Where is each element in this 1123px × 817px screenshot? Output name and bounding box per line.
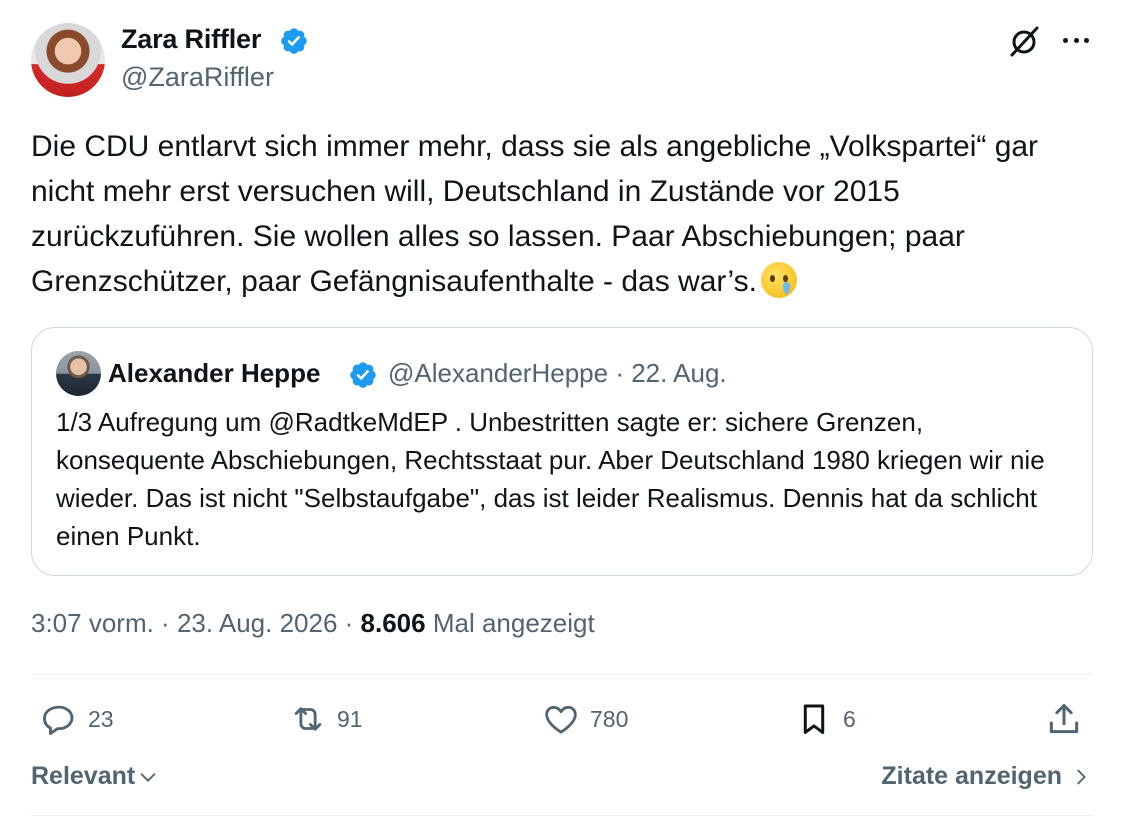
view-count-label: Mal angezeigt — [432, 608, 595, 638]
quoted-tweet-card[interactable]: Alexander Heppe @AlexanderHeppe · 22. Au… — [31, 327, 1093, 576]
tweet-text: Die CDU entlarvt sich immer mehr, dass s… — [31, 124, 1081, 304]
quoted-meta: @AlexanderHeppe · 22. Aug. — [388, 358, 727, 388]
chevron-right-icon — [1077, 769, 1086, 784]
author-name[interactable]: Zara Riffler — [121, 24, 261, 55]
reply-icon — [43, 705, 74, 735]
share-icon — [1049, 704, 1079, 734]
quoted-author-handle: @AlexanderHeppe — [388, 358, 609, 388]
reply-button[interactable]: 23 — [40, 700, 114, 738]
bookmark-icon — [803, 704, 825, 734]
verified-badge-icon — [350, 362, 376, 388]
bookmark-count: 6 — [843, 705, 856, 732]
chevron-down-icon — [140, 772, 156, 782]
author-avatar[interactable] — [31, 23, 105, 97]
sort-replies-dropdown[interactable]: Relevant — [31, 762, 159, 791]
heart-icon — [545, 705, 577, 734]
quoted-author-name: Alexander Heppe — [108, 358, 321, 388]
grok-icon[interactable] — [1006, 24, 1042, 60]
repost-icon — [294, 707, 322, 731]
bookmark-button[interactable]: 6 — [795, 700, 856, 738]
quoted-date[interactable]: 22. Aug. — [631, 358, 726, 388]
repost-button[interactable]: 91 — [289, 700, 363, 738]
verified-badge-icon[interactable] — [279, 26, 309, 56]
tweet-body: Die CDU entlarvt sich immer mehr, dass s… — [31, 130, 1039, 298]
like-count: 780 — [590, 705, 629, 732]
view-quotes-link[interactable]: Zitate anzeigen — [881, 762, 1092, 791]
quoted-tweet-text: 1/3 Aufregung um @RadtkeMdEP . Unbestrit… — [56, 407, 1045, 551]
sort-label: Relevant — [31, 762, 136, 790]
tweet-date[interactable]: 23. Aug. 2026 — [177, 608, 337, 638]
divider — [31, 815, 1093, 816]
tweet-meta: 3:07 vorm. · 23. Aug. 2026 · 8.606 Mal a… — [31, 608, 595, 638]
divider — [31, 674, 1093, 675]
crying-face-emoji-icon — [760, 262, 797, 298]
tweet-container: Zara Riffler @ZaraRiffler Die CDU entlar… — [0, 0, 1123, 817]
more-options-icon[interactable] — [1060, 30, 1092, 50]
share-button[interactable] — [1045, 700, 1083, 738]
view-count: 8.606 — [360, 608, 426, 638]
view-quotes-label: Zitate anzeigen — [881, 762, 1062, 790]
repost-count: 91 — [337, 705, 363, 732]
tweet-time[interactable]: 3:07 vorm. — [31, 608, 154, 638]
quoted-author-avatar[interactable] — [56, 351, 101, 396]
reply-count: 23 — [88, 705, 114, 732]
author-handle[interactable]: @ZaraRiffler — [121, 62, 274, 93]
like-button[interactable]: 780 — [542, 700, 628, 738]
